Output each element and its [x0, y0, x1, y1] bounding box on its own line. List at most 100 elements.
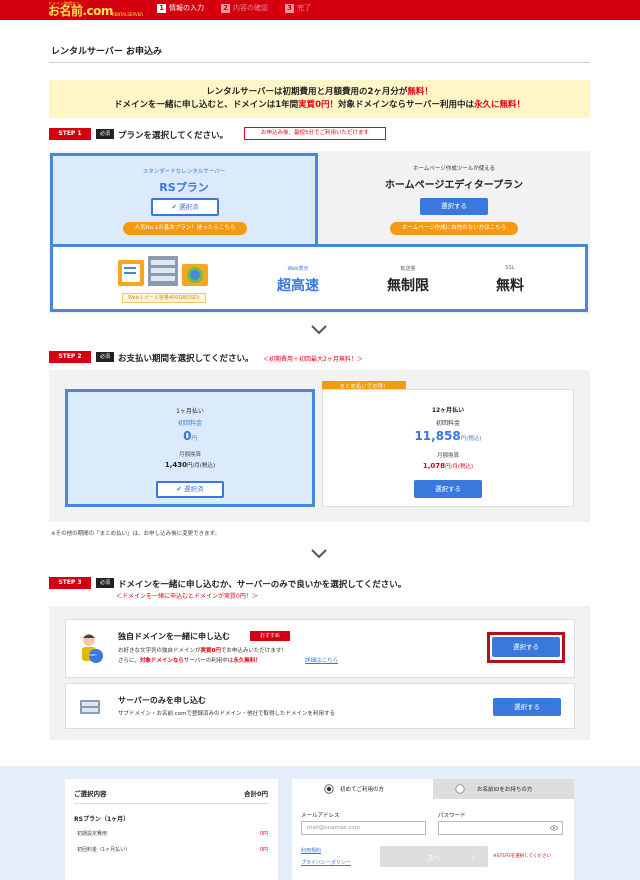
site-header: ドメイン取得なら お名前.com RENTALSERVER 1 情報の入力 2 …	[0, 0, 640, 20]
recommended-tag: おすすめ	[250, 631, 290, 641]
summary-row-label: 初回料金（1ヶ月払い）	[77, 847, 131, 853]
plan-editor-caption: ホームページ作成ツールが使える	[412, 166, 496, 172]
yearly-initial-amount: 11,858	[414, 429, 461, 443]
radio-selected-icon	[324, 784, 334, 794]
domain-desc2-b: 対象ドメインなら	[139, 658, 184, 664]
domain-select-button[interactable]: 選択する	[492, 637, 560, 657]
email-input[interactable]: mail@onamae.com	[301, 821, 426, 835]
terms-link[interactable]: 利用規約	[301, 847, 321, 854]
eye-icon[interactable]	[550, 825, 558, 831]
yearly-monthly-unit: 円/月(税込)	[445, 464, 474, 470]
banner-line1-text: レンタルサーバーは初期費用と月額費用の2ヶ月分が	[206, 87, 408, 97]
server-illustration-icon	[118, 256, 208, 286]
domain-details-link[interactable]: 詳細はこちら	[305, 656, 338, 664]
domain-option-desc1: お好きな文字列の独自ドメインが実質0円でお申込みいただけます！	[118, 646, 287, 654]
payment-option-monthly[interactable]: 1ヶ月払い 初回料金 0円 月額換算 1,430円/月(税込) ✔ 選択済	[65, 389, 315, 507]
onamae-logo[interactable]: お名前.com	[48, 5, 113, 17]
yearly-monthly-amount: 1,078	[422, 462, 445, 470]
step3-warning: ※STEP3を選択してください	[493, 854, 552, 859]
monthly-monthly-amount: 1,430	[164, 461, 187, 469]
payment-option-yearly[interactable]: 12ヶ月払い 初回料金 11,858円(税込) 月額換算 1,078円/月(税込…	[322, 389, 574, 507]
check-icon: ✔	[176, 485, 184, 493]
server-select-button[interactable]: 選択する	[493, 698, 561, 716]
password-label: パスワード	[438, 813, 466, 819]
feature-transfer-label: 転送量	[400, 266, 416, 272]
option-with-domain[interactable]: .com 独自ドメインを一緒に申し込む おすすめ お好きな文字列の独自ドメインが…	[65, 619, 575, 678]
yearly-initial-price: 11,858円(税込)	[323, 429, 573, 443]
monthly-selected-button[interactable]: ✔ 選択済	[156, 481, 224, 498]
yearly-initial-unit: 円(税込)	[460, 436, 482, 442]
privacy-link[interactable]: プライバシーポリシー	[301, 859, 351, 866]
progress-step-2-number: 2	[221, 4, 230, 13]
password-input[interactable]	[438, 821, 563, 835]
banner-line2-highlight-b: 永久に無料！	[473, 100, 525, 110]
login-box: 初めてご利用の方 お名前IDをお持ちの方 メールアドレス mail@onamae…	[292, 779, 574, 880]
step3-title: ドメインを一緒に申し込むか、サーバーのみで良いかを選択してください。	[118, 580, 407, 590]
chevron-down-icon	[311, 549, 327, 559]
plan-rs-selected-button[interactable]: ✔ 選択済	[151, 198, 219, 216]
yearly-select-button[interactable]: 選択する	[414, 480, 482, 498]
banner-line1-highlight: 無料！	[407, 87, 433, 97]
step2-badge: STEP 2	[49, 351, 91, 363]
title-divider	[49, 62, 590, 63]
campaign-banner: レンタルサーバーは初期費用と月額費用の2ヶ月分が無料！ ドメインを一緒に申し込む…	[49, 80, 590, 118]
banner-line2-text-b: 対象ドメインならサーバー利用中は	[338, 100, 474, 110]
plan-editor-select-button[interactable]: 選択する	[420, 198, 488, 215]
domain-desc1-a: お好きな文字列の独自ドメインが	[118, 648, 201, 654]
monthly-monthly-label: 月額換算	[178, 452, 201, 458]
logo-subtitle: RENTALSERVER	[112, 12, 144, 17]
plan-editor-name: ホームページエディタープラン	[384, 180, 524, 191]
summary-row-value: 0円	[259, 847, 268, 853]
email-label: メールアドレス	[301, 813, 340, 819]
option-server-only[interactable]: サーバーのみを申し込む サブドメイン・お名前.comで登録済みのドメイン・他社で…	[65, 683, 575, 729]
summary-row-label: 初期設定費用	[77, 831, 108, 837]
summary-plan: RSプラン（1ヶ月）	[74, 816, 130, 823]
monthly-period: 1ヶ月払い	[176, 408, 204, 415]
plan-editor-pill: ホームページ作成に自信のない方はこちら	[390, 222, 518, 235]
plan-rs-name: RSプラン	[159, 181, 209, 194]
step2-footnote: ※その他の期間の「まとめ払い」は、お申し込み後に変更できます。	[51, 531, 221, 537]
step2-subnote: ＜初期費用＋初回最大2ヶ月無料！＞	[263, 356, 363, 363]
summary-row-value: 0円	[259, 831, 268, 837]
feature-web-label: Web表示	[287, 266, 309, 272]
page-title: レンタルサーバー お申込み	[51, 47, 163, 57]
monthly-initial-label: 初回料金	[177, 420, 202, 427]
progress-step-1-label: 情報の入力	[169, 4, 204, 12]
capacity-label: Web＋メール容量400GB(SSD)	[122, 293, 206, 303]
step2-title: お支払い期間を選択してください。	[118, 354, 254, 364]
banner-line2-text-a: ドメインを一緒に申し込むと、ドメインは1年間	[114, 100, 299, 110]
yearly-period: 12ヶ月払い	[431, 407, 465, 414]
step1-badge: STEP 1	[49, 128, 91, 140]
feature-ssl-label: SSL	[505, 265, 515, 271]
step1-title: プランを選択してください。	[118, 131, 228, 141]
summary-total-label: 合計	[243, 790, 257, 798]
yearly-monthly-label: 月額換算	[436, 453, 459, 459]
next-button[interactable]: 次へ 〉	[380, 846, 488, 867]
domain-person-icon	[82, 634, 103, 663]
domain-desc2-a: さらに、	[118, 658, 140, 664]
tab-existing-user[interactable]: お名前IDをお持ちの方	[433, 779, 574, 799]
tab-new-user-label: 初めてご利用の方	[340, 787, 385, 793]
domain-desc2-d: 永久無料！	[233, 658, 261, 664]
progress-step-3-label: 完了	[297, 4, 311, 12]
progress-step-1-number: 1	[157, 4, 166, 13]
radio-unselected-icon	[455, 784, 465, 794]
domain-desc1-b: 実質0円	[200, 648, 221, 654]
plan-features: Web＋メール容量400GB(SSD) Web表示 超高速 転送量 無制限 SS…	[50, 244, 588, 312]
server-option-desc: サブドメイン・お名前.comで登録済みのドメイン・他社で取得したドメインを利用す…	[118, 711, 335, 717]
progress-step-3-number: 3	[285, 4, 294, 13]
plan-rs-caption: スタンダードなレンタルサーバー	[142, 169, 226, 175]
tab-new-user[interactable]: 初めてご利用の方	[292, 779, 433, 799]
tab-existing-user-label: お名前IDをお持ちの方	[477, 787, 533, 793]
summary-divider	[74, 803, 269, 804]
server-option-title: サーバーのみを申し込む	[118, 696, 206, 705]
domain-icon-text: .com	[88, 653, 97, 657]
domain-option-desc2: さらに、対象ドメインならサーバーの利用中は永久無料！	[118, 656, 261, 664]
step2-required-badge: 必須	[96, 352, 114, 362]
summary-total-value: 0円	[256, 790, 268, 798]
plan-card-rs[interactable]: スタンダードなレンタルサーバー RSプラン ✔ 選択済 人気No.1の基本プラン…	[50, 153, 318, 245]
step1-required-badge: 必須	[96, 129, 114, 139]
order-footer: ご選択内容 合計0円 RSプラン（1ヶ月） 初期設定費用 0円 初回料金（1ヶ月…	[0, 766, 640, 880]
banner-line2-highlight-a: 実質0円！	[298, 100, 339, 110]
plan-card-editor[interactable]: ホームページ作成ツールが使える ホームページエディタープラン 選択する ホームペ…	[320, 153, 588, 243]
